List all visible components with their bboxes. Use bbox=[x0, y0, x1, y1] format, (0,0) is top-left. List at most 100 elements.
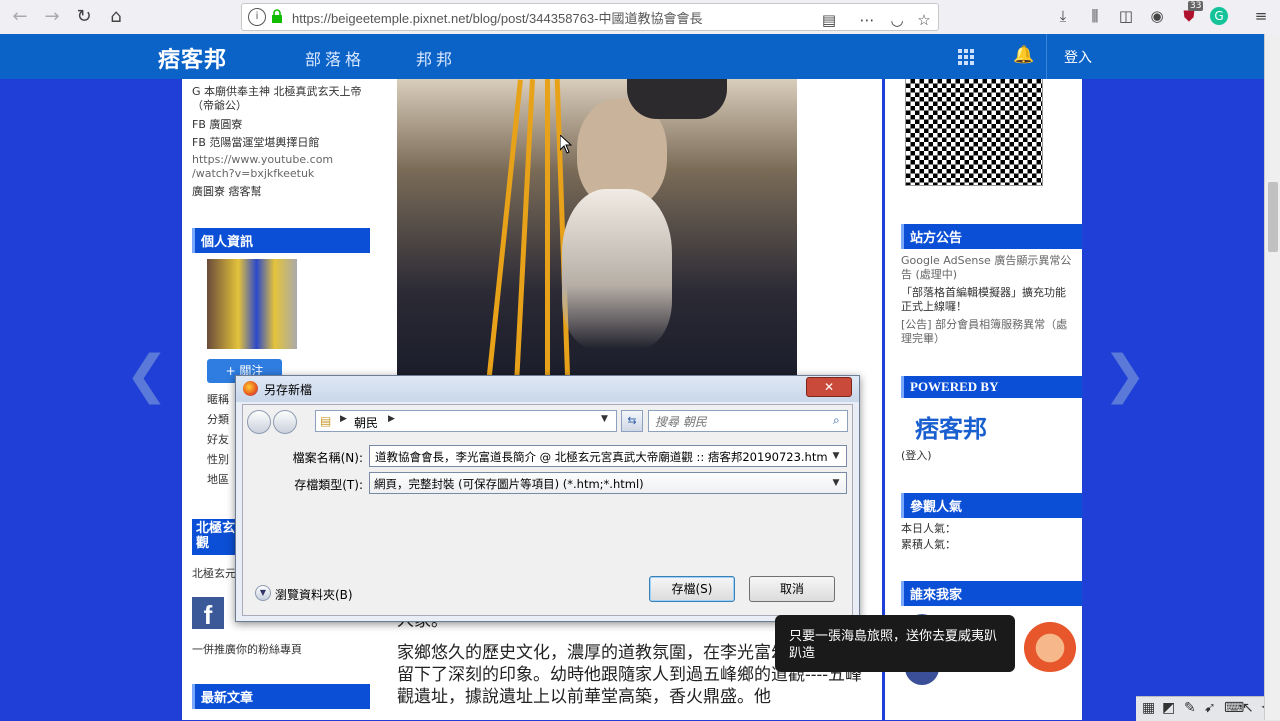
breadcrumb-dropdown-icon[interactable]: ▼ bbox=[601, 414, 608, 424]
announcement-link[interactable]: Google AdSense 廣告顯示異常公 bbox=[901, 254, 1071, 268]
next-arrow-icon[interactable]: ❯ bbox=[1103, 345, 1147, 405]
forward-circle-icon[interactable] bbox=[273, 410, 297, 434]
folder-search-input[interactable] bbox=[653, 412, 827, 432]
address-breadcrumb[interactable]: ▤ ▶ 朝民 ▶ ▼ bbox=[315, 410, 617, 432]
url-bar[interactable]: i https://beigeetemple.pixnet.net/blog/p… bbox=[241, 3, 939, 31]
dialog-titlebar[interactable]: 另存新檔 ✕ bbox=[236, 376, 859, 402]
dialog-body: ▤ ▶ 朝民 ▶ ▼ ⇆ ⌕ 檔案名稱(N): ▼ 存檔類型(T): 網頁，完整… bbox=[242, 404, 853, 616]
announcement-link[interactable]: 告 (處理中) bbox=[901, 268, 957, 282]
sidebar-link[interactable]: 廣圓寮 痞客幫 bbox=[192, 185, 262, 199]
tray-arrow-icon[interactable]: ↖ bbox=[1242, 700, 1254, 716]
url-text: https://beigeetemple.pixnet.net/blog/pos… bbox=[292, 11, 703, 26]
site-logo[interactable]: 痞客邦 bbox=[158, 42, 227, 74]
mouse-cursor-icon bbox=[560, 135, 572, 154]
reload-icon[interactable]: ↻ bbox=[70, 3, 98, 31]
more-icon[interactable]: ⋯ bbox=[856, 9, 878, 31]
info-label: 分類 bbox=[207, 413, 229, 426]
dialog-title: 另存新檔 bbox=[264, 383, 313, 397]
browse-folders-toggle[interactable]: 瀏覽資料夾(B) bbox=[275, 586, 353, 603]
sidebar-link[interactable]: https://www.youtube.com bbox=[192, 153, 333, 167]
filename-input[interactable] bbox=[373, 447, 832, 467]
sidebar-link[interactable]: FB 廣圓寮 bbox=[192, 118, 242, 132]
grammarly-icon[interactable]: G bbox=[1210, 7, 1228, 25]
page-scrollbar[interactable] bbox=[1264, 34, 1280, 720]
forward-icon[interactable]: → bbox=[38, 3, 66, 31]
nav-bangbang[interactable]: 邦邦 bbox=[416, 46, 456, 70]
announcement-link[interactable]: 正式上線囉！ bbox=[901, 300, 967, 314]
tray-app-icon[interactable]: ◩ bbox=[1162, 700, 1175, 716]
total-count-label: 累積人氣： bbox=[901, 538, 956, 551]
qr-code bbox=[905, 79, 1043, 186]
north-widget-text: 北極玄元 bbox=[192, 567, 236, 580]
save-button[interactable]: 存檔(S) bbox=[649, 576, 735, 602]
profile-widget-title: 個人資訊 bbox=[192, 228, 370, 253]
folder-icon: ▤ bbox=[320, 414, 332, 428]
sidebar-link[interactable]: （帝爺公） bbox=[192, 99, 247, 113]
library-icon[interactable]: ⫼ bbox=[1084, 5, 1106, 27]
info-label: 性別 bbox=[207, 453, 229, 466]
system-tray: ▦ ◩ ✎ ➹ ⌨ ↖ ✦ bbox=[1136, 696, 1280, 721]
filename-label: 檔案名稱(N): bbox=[292, 451, 363, 465]
filetype-dropdown-icon[interactable]: ▼ bbox=[828, 473, 844, 493]
filetype-value: 網頁，完整封裝 (可保存圖片等項目) (*.htm;*.html) bbox=[374, 477, 644, 491]
breadcrumb-separator-icon: ▶ bbox=[388, 414, 395, 424]
profile-avatar[interactable] bbox=[207, 259, 297, 349]
sidebar-link[interactable]: /watch?v=bxjkfkeetuk bbox=[192, 167, 314, 181]
search-icon[interactable]: ⌕ bbox=[833, 413, 840, 428]
downloads-icon[interactable]: ⤓ bbox=[1052, 5, 1074, 27]
fox-mascot-icon[interactable] bbox=[1020, 612, 1080, 672]
powered-login-link[interactable]: (登入) bbox=[901, 449, 932, 463]
fb-promo-link[interactable]: 一併推廣你的粉絲專頁 bbox=[192, 643, 302, 657]
tray-pen-icon[interactable]: ✎ bbox=[1184, 700, 1196, 716]
login-link[interactable]: 登入 bbox=[1064, 47, 1092, 67]
info-label: 暱稱 bbox=[207, 393, 229, 406]
bookmark-star-icon[interactable]: ☆ bbox=[913, 9, 935, 31]
facebook-icon[interactable]: f bbox=[192, 597, 224, 630]
announcement-link[interactable]: [公告] 部分會員相簿服務異常（處 bbox=[901, 318, 1067, 332]
filetype-label: 存檔類型(T): bbox=[294, 478, 363, 492]
menu-icon[interactable]: ≡ bbox=[1250, 5, 1272, 27]
home-icon[interactable]: ⌂ bbox=[102, 3, 130, 31]
breadcrumb-separator-icon: ▶ bbox=[340, 414, 347, 424]
visitors-title: 誰來我家 bbox=[901, 581, 1082, 606]
powered-logo[interactable]: 痞客邦 bbox=[915, 409, 987, 444]
filename-dropdown-icon[interactable]: ▼ bbox=[828, 446, 844, 466]
sidebar-link[interactable]: G 本廟供奉主神 北極真武玄天上帝 bbox=[192, 85, 362, 99]
powered-by-title: POWERED BY bbox=[901, 376, 1082, 398]
lock-icon bbox=[272, 9, 282, 23]
tray-grid-icon[interactable]: ▦ bbox=[1142, 700, 1155, 716]
firefox-icon bbox=[243, 381, 258, 396]
latest-posts-title: 最新文章 bbox=[192, 684, 370, 709]
tray-mouse-icon[interactable]: ➹ bbox=[1204, 700, 1216, 716]
filename-field[interactable]: ▼ bbox=[369, 445, 847, 467]
breadcrumb-current[interactable]: 朝民 bbox=[354, 414, 378, 431]
promo-toast[interactable]: 只要一張海島旅照，送你去夏威夷趴趴造 bbox=[775, 615, 1015, 672]
close-button[interactable]: ✕ bbox=[806, 377, 852, 397]
announcement-link[interactable]: 「部落格首編輯模擬器」擴充功能 bbox=[901, 286, 1066, 300]
cancel-button[interactable]: 取消 bbox=[749, 576, 835, 602]
toast-text: 只要一張海島旅照，送你去夏威夷趴趴造 bbox=[789, 629, 998, 661]
article-photo bbox=[397, 79, 797, 384]
announcement-link[interactable]: 理完畢） bbox=[901, 332, 945, 346]
filetype-select[interactable]: 網頁，完整封裝 (可保存圖片等項目) (*.htm;*.html) ▼ bbox=[369, 472, 847, 494]
info-label: 地區 bbox=[207, 473, 229, 486]
expand-chevron-icon[interactable]: ▼ bbox=[255, 585, 271, 601]
reader-view-icon[interactable]: ▤ bbox=[818, 9, 840, 31]
prev-arrow-icon[interactable]: ❮ bbox=[125, 345, 169, 405]
back-icon[interactable]: ← bbox=[6, 3, 34, 31]
north-title-line: 觀 bbox=[196, 536, 210, 551]
nav-blog[interactable]: 部落格 bbox=[305, 46, 365, 70]
info-icon[interactable]: i bbox=[248, 8, 266, 26]
pocket-icon[interactable]: ◡ bbox=[886, 9, 908, 31]
announcement-title: 站方公告 bbox=[901, 224, 1082, 249]
apps-grid-icon[interactable] bbox=[958, 49, 974, 65]
browser-toolbar: ← → ↻ ⌂ i https://beigeetemple.pixnet.ne… bbox=[0, 0, 1280, 35]
sidebar-icon[interactable]: ◫ bbox=[1115, 5, 1137, 27]
folder-search-box[interactable]: ⌕ bbox=[648, 410, 848, 432]
refresh-icon[interactable]: ⇆ bbox=[621, 410, 643, 432]
account-icon[interactable]: ◉ bbox=[1146, 5, 1168, 27]
back-circle-icon[interactable] bbox=[247, 410, 271, 434]
notification-bell-icon[interactable]: 🔔 bbox=[1013, 45, 1034, 65]
scrollbar-thumb[interactable] bbox=[1268, 182, 1278, 252]
sidebar-link[interactable]: FB 范陽當運堂堪輿擇日館 bbox=[192, 136, 319, 150]
